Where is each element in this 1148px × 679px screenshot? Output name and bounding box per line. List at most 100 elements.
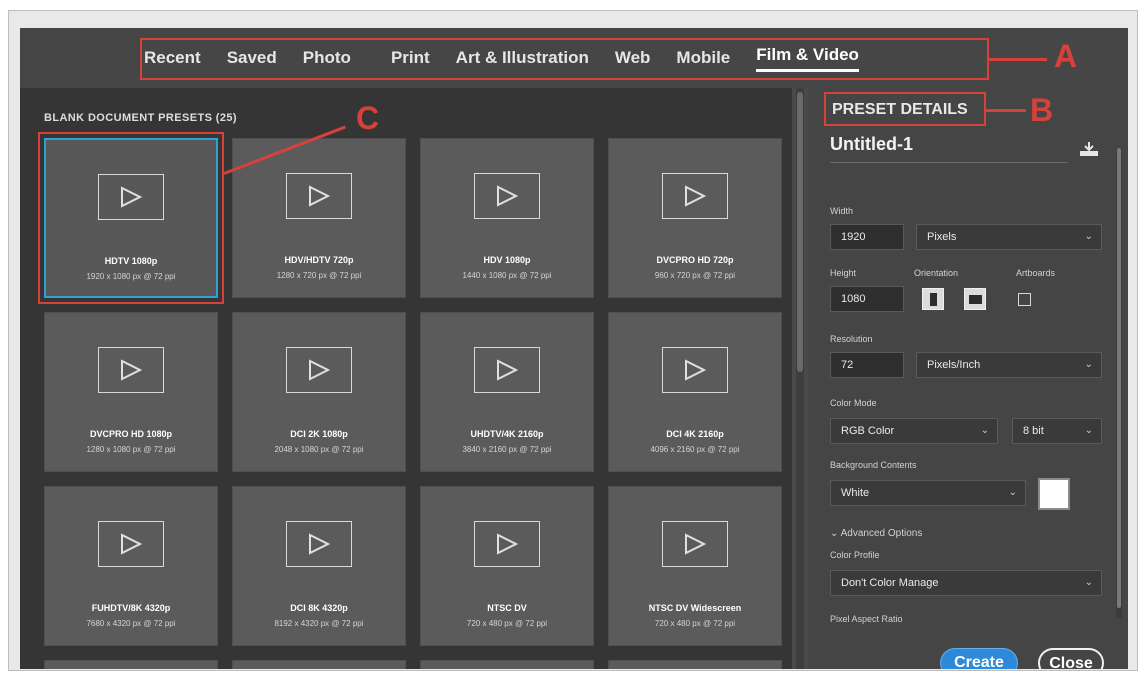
chevron-down-icon: ⌄ xyxy=(1084,359,1093,370)
resolution-unit-select[interactable]: Pixels/Inch ⌄ xyxy=(916,352,1102,378)
advanced-options-label: Advanced Options xyxy=(840,528,923,539)
preset-card-partial[interactable] xyxy=(232,660,406,669)
preset-dimensions: 720 x 480 px @ 72 ppi xyxy=(466,619,548,628)
color-mode-label: Color Mode xyxy=(830,398,877,408)
height-label: Height xyxy=(830,268,857,278)
preset-name: HDV/HDTV 720p xyxy=(284,255,354,265)
preset-dimensions: 2048 x 1080 px @ 72 ppi xyxy=(274,445,364,454)
preset-card-partial[interactable] xyxy=(44,660,218,669)
document-name-field[interactable]: Untitled-1 xyxy=(830,134,1068,163)
preset-dimensions: 7680 x 4320 px @ 72 ppi xyxy=(86,619,176,628)
artboards-label: Artboards xyxy=(1016,268,1056,278)
resolution-label: Resolution xyxy=(830,334,873,344)
save-preset-icon[interactable] xyxy=(1078,140,1100,158)
callout-c-letter: C xyxy=(356,100,380,136)
details-scrollbar[interactable] xyxy=(1116,148,1122,618)
preset-card[interactable]: DCI 4K 2160p 4096 x 2160 px @ 72 ppi xyxy=(608,312,782,472)
advanced-options-toggle[interactable]: ⌄ Advanced Options xyxy=(830,528,922,539)
preset-dimensions: 1280 x 1080 px @ 72 ppi xyxy=(86,445,176,454)
preset-dimensions: 3840 x 2160 px @ 72 ppi xyxy=(462,445,552,454)
chevron-down-icon: ⌄ xyxy=(1084,425,1093,436)
width-label: Width xyxy=(830,206,854,216)
callout-a-letter: A xyxy=(1054,38,1078,74)
preset-dimensions: 1280 x 720 px @ 72 ppi xyxy=(276,271,362,280)
preset-name: DCI 2K 1080p xyxy=(290,429,348,439)
preset-name: DVCPRO HD 720p xyxy=(656,255,734,265)
preset-card[interactable]: DCI 8K 4320p 8192 x 4320 px @ 72 ppi xyxy=(232,486,406,646)
preset-card[interactable]: NTSC DV 720 x 480 px @ 72 ppi xyxy=(420,486,594,646)
color-mode-value: RGB Color xyxy=(841,425,895,437)
bit-depth-select[interactable]: 8 bit ⌄ xyxy=(1012,418,1102,444)
resolution-input[interactable]: 72 xyxy=(830,352,904,378)
background-color-swatch[interactable] xyxy=(1038,478,1070,510)
preset-dimensions: 1440 x 1080 px @ 72 ppi xyxy=(462,271,552,280)
color-profile-label: Color Profile xyxy=(830,550,880,560)
presets-heading: BLANK DOCUMENT PRESETS (25) xyxy=(44,112,237,124)
play-icon xyxy=(286,173,352,219)
preset-card[interactable]: DCI 2K 1080p 2048 x 1080 px @ 72 ppi xyxy=(232,312,406,472)
preset-dimensions: 960 x 720 px @ 72 ppi xyxy=(654,271,736,280)
play-icon xyxy=(662,347,728,393)
color-profile-select[interactable]: Don't Color Manage ⌄ xyxy=(830,570,1102,596)
play-icon xyxy=(474,521,540,567)
preset-name: DCI 4K 2160p xyxy=(666,429,724,439)
chevron-down-icon: ⌄ xyxy=(1084,577,1093,588)
preset-card[interactable]: NTSC DV Widescreen 720 x 480 px @ 72 ppi xyxy=(608,486,782,646)
play-icon xyxy=(662,173,728,219)
preset-card[interactable]: UHDTV/4K 2160p 3840 x 2160 px @ 72 ppi xyxy=(420,312,594,472)
play-icon xyxy=(286,521,352,567)
play-icon xyxy=(98,521,164,567)
chevron-down-icon: ⌄ xyxy=(830,528,841,539)
artboards-checkbox[interactable] xyxy=(1018,293,1031,306)
portrait-icon[interactable] xyxy=(922,288,944,310)
preset-name: FUHDTV/8K 4320p xyxy=(91,603,171,613)
play-icon xyxy=(98,347,164,393)
play-icon xyxy=(474,173,540,219)
pixel-aspect-ratio-label: Pixel Aspect Ratio xyxy=(830,614,903,624)
presets-scroll-thumb[interactable] xyxy=(797,92,803,372)
details-scroll-thumb[interactable] xyxy=(1117,148,1121,608)
chevron-down-icon: ⌄ xyxy=(980,425,989,436)
width-unit-select[interactable]: Pixels ⌄ xyxy=(916,224,1102,250)
create-button[interactable]: Create xyxy=(940,648,1018,669)
chevron-down-icon: ⌄ xyxy=(1084,231,1093,242)
orientation-label: Orientation xyxy=(914,268,959,278)
preset-name: NTSC DV Widescreen xyxy=(648,603,742,613)
close-button[interactable]: Close xyxy=(1038,648,1104,669)
width-unit-value: Pixels xyxy=(927,231,957,243)
color-profile-value: Don't Color Manage xyxy=(841,577,939,589)
play-icon xyxy=(474,347,540,393)
height-input[interactable]: 1080 xyxy=(830,286,904,312)
play-icon xyxy=(662,521,728,567)
preset-card[interactable]: DVCPRO HD 720p 960 x 720 px @ 72 ppi xyxy=(608,138,782,298)
background-contents-select[interactable]: White ⌄ xyxy=(830,480,1026,506)
callout-c-box xyxy=(38,132,224,304)
chevron-down-icon: ⌄ xyxy=(1008,487,1017,498)
preset-card[interactable]: HDV 1080p 1440 x 1080 px @ 72 ppi xyxy=(420,138,594,298)
preset-card-partial[interactable] xyxy=(420,660,594,669)
presets-title: BLANK DOCUMENT PRESETS xyxy=(44,112,213,124)
preset-name: DCI 8K 4320p xyxy=(290,603,348,613)
preset-dimensions: 8192 x 4320 px @ 72 ppi xyxy=(274,619,364,628)
preset-name: DVCPRO HD 1080p xyxy=(89,429,173,439)
callout-b-box xyxy=(824,92,986,126)
bit-depth-value: 8 bit xyxy=(1023,425,1044,437)
preset-dimensions: 4096 x 2160 px @ 72 ppi xyxy=(650,445,740,454)
preset-name: HDV 1080p xyxy=(483,255,531,265)
width-input[interactable]: 1920 xyxy=(830,224,904,250)
play-icon xyxy=(286,347,352,393)
callout-a-line xyxy=(989,58,1047,61)
preset-card-partial[interactable] xyxy=(608,660,782,669)
background-contents-label: Background Contents xyxy=(830,460,917,470)
preset-card[interactable]: FUHDTV/8K 4320p 7680 x 4320 px @ 72 ppi xyxy=(44,486,218,646)
presets-count: (25) xyxy=(215,112,237,124)
callout-a-box xyxy=(140,38,989,80)
preset-card[interactable]: DVCPRO HD 1080p 1280 x 1080 px @ 72 ppi xyxy=(44,312,218,472)
callout-b-line xyxy=(986,109,1026,112)
callout-b-letter: B xyxy=(1030,92,1054,128)
landscape-icon[interactable] xyxy=(964,288,986,310)
background-contents-value: White xyxy=(841,487,870,499)
color-mode-select[interactable]: RGB Color ⌄ xyxy=(830,418,998,444)
preset-name: NTSC DV xyxy=(487,603,527,613)
presets-scrollbar[interactable] xyxy=(796,88,804,669)
